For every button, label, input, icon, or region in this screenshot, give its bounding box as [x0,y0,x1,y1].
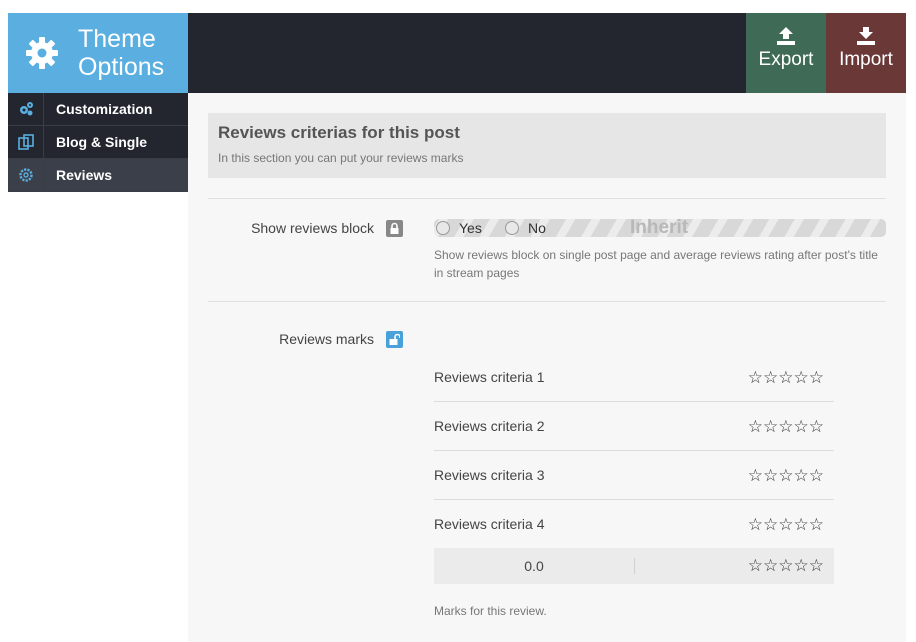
top-bar: Export Import [188,13,906,93]
radio-no[interactable] [505,221,519,235]
download-icon [857,27,875,45]
sidebar-item-label: Customization [56,101,153,117]
unlock-toggle[interactable] [386,331,403,348]
gear-icon [19,168,33,182]
total-rating-row: 0.0 ☆☆☆☆☆ [434,548,834,584]
criteria-row: Reviews criteria 1 ☆☆☆☆☆ [434,353,834,402]
main-content: Reviews criterias for this post In this … [188,93,906,642]
import-label: Import [839,49,893,70]
brand-title-line2: Options [78,53,165,81]
cogs-icon [20,102,33,116]
import-button[interactable]: Import [826,13,906,93]
option-yes-label: Yes [459,220,482,236]
criteria-row: Reviews criteria 3 ☆☆☆☆☆ [434,451,834,500]
sidebar: Customization Blog & Single Reviews [8,93,188,192]
total-rating-value: 0.0 [524,558,544,574]
show-reviews-switch[interactable]: Yes No Inherit [434,219,886,237]
option-inherit-label[interactable]: Inherit [630,219,688,237]
section-description: In this section you can put your reviews… [218,151,464,165]
reviews-marks-label: Reviews marks [279,331,374,347]
total-star-rating: ☆☆☆☆☆ [747,556,824,576]
criteria-name: Reviews criteria 1 [434,369,545,385]
sidebar-item-blog-single[interactable]: Blog & Single [8,126,188,159]
option-no-label: No [528,220,546,236]
star-rating[interactable]: ☆☆☆☆☆ [748,515,824,535]
divider [634,558,635,574]
copy-icon [18,134,34,150]
criteria-row: Reviews criteria 2 ☆☆☆☆☆ [434,402,834,451]
brand-title-line1: Theme [78,25,156,53]
section-title: Reviews criterias for this post [218,123,460,142]
star-rating[interactable]: ☆☆☆☆☆ [748,466,824,486]
theme-options-logo: Theme Options [8,13,188,93]
criteria-name: Reviews criteria 3 [434,467,545,483]
sidebar-item-label: Blog & Single [56,134,147,150]
sidebar-item-reviews[interactable]: Reviews [8,159,188,192]
section-header: Reviews criterias for this post In this … [208,113,886,178]
divider [208,198,886,199]
gear-icon [26,37,58,69]
sidebar-item-label: Reviews [56,167,113,183]
criteria-name: Reviews criteria 4 [434,516,545,532]
lock-icon [390,222,399,234]
sidebar-item-customization[interactable]: Customization [8,93,188,126]
criteria-row: Reviews criteria 4 ☆☆☆☆☆ [434,500,834,549]
show-reviews-label: Show reviews block [251,220,374,236]
star-rating[interactable]: ☆☆☆☆☆ [748,417,824,437]
radio-yes[interactable] [436,221,450,235]
star-rating[interactable]: ☆☆☆☆☆ [748,368,824,388]
show-reviews-help: Show reviews block on single post page a… [434,248,878,280]
criteria-name: Reviews criteria 2 [434,418,545,434]
lock-toggle[interactable] [386,220,403,237]
unlock-icon [389,333,400,345]
reviews-marks-help: Marks for this review. [434,604,547,618]
upload-icon [777,27,795,45]
divider [208,301,886,302]
export-label: Export [758,49,814,70]
theme-options-app: Theme Options Export Import Customizatio… [8,13,906,642]
export-button[interactable]: Export [746,13,826,93]
